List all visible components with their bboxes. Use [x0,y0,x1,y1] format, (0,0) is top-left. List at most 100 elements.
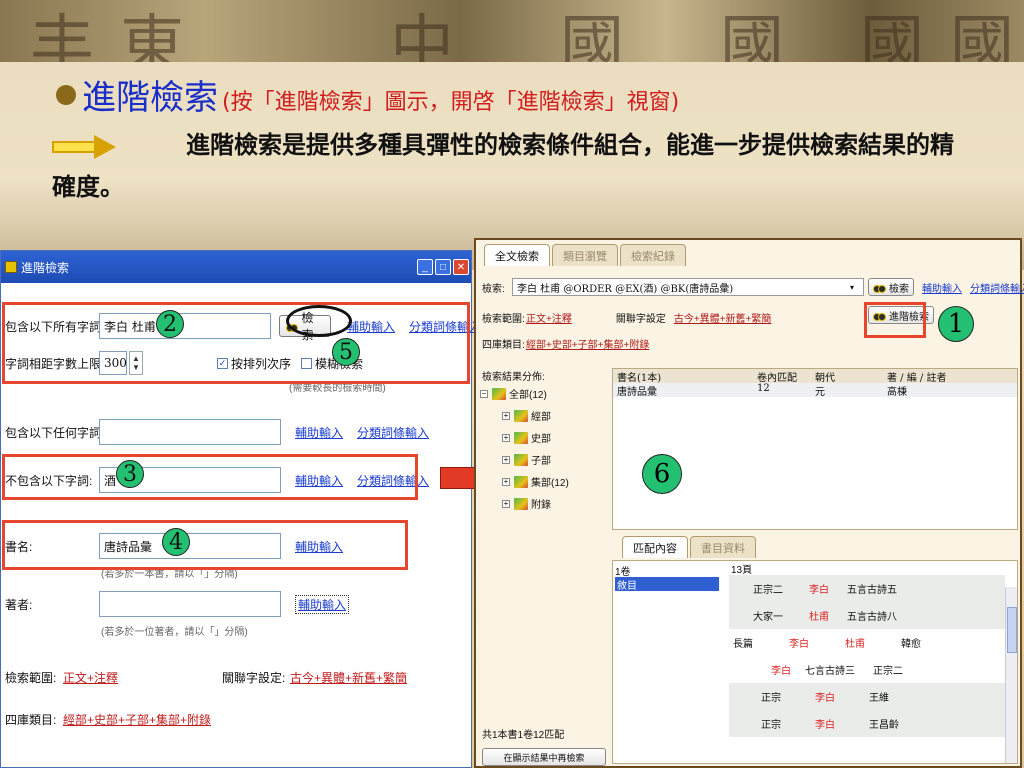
volume-item[interactable]: 敘目 [615,577,719,592]
search-within-results-button[interactable]: 在顯示結果中再檢索 [482,748,606,766]
scope-label: 檢索範圍: [482,314,525,325]
slide-heading-line: 進階檢索 (按「進階檢索」圖示，開啓「進階檢索」視窗) [56,70,679,119]
status-text: 共1本書1卷12匹配 [482,730,565,741]
banner-glyph-icon: 丰 [30,9,94,62]
banner-glyph-icon: 國 [860,9,924,62]
assist-input-link[interactable]: 輔助輸入 [295,424,343,441]
author-label: 著者: [5,597,33,612]
category-row: 四庫類目: 經部+史部+子部+集部+附錄 [482,336,649,351]
tab-fulltext[interactable]: 全文檢索 [484,244,550,266]
main-tabs: 全文檢索 類目瀏覽 檢索紀錄 [484,244,688,266]
verse-row[interactable]: 正宗 李白 王維 [729,683,1005,710]
callout-6: 6 [642,454,682,494]
book-icon [514,409,528,422]
verse-row[interactable]: 長篇 李白 杜甫 韓愈 [729,629,1005,656]
tree-item-label: 全部(12) [509,390,547,401]
chevron-down-icon[interactable]: ▾ [850,283,854,292]
tree-item-all[interactable]: − 全部(12) [480,386,547,401]
scope-link[interactable]: 正文+注釋 [63,669,118,686]
tree-item-jing[interactable]: + 經部 [502,408,551,423]
expand-icon[interactable]: + [502,477,510,486]
slide-description: 進階檢索是提供多種具彈性的檢索條件組合，能進一步提供檢索結果的精確度。 [52,130,954,201]
related-label: 關聯字設定: [222,671,286,685]
decorative-banner: 丰 東 中 國 國 國 國 [0,0,1024,62]
verse-row[interactable]: 大家一 杜甫 五言古詩八 [729,602,1005,629]
highlight-box-all-words [2,302,470,384]
column-header[interactable]: 著 / 編 / 註者 [883,369,1013,383]
slide-heading-note: (按「進階檢索」圖示，開啓「進階檢索」視窗) [222,90,680,115]
book-icon [514,497,528,510]
tab-match-content[interactable]: 匹配內容 [622,536,688,558]
search-button-label: 檢索 [889,283,910,295]
assist-input-link[interactable]: 輔助輸入 [295,594,350,614]
tree-item-label: 史部 [531,434,551,445]
category-label: 四庫類目: [482,340,525,351]
verse-text: 正宗 [761,693,781,704]
callout-5: 5 [332,338,360,366]
related-link[interactable]: 古今+異體+新舊+繁簡 [290,669,407,686]
verse-text: 五言古詩八 [847,612,897,623]
column-header[interactable]: 書名(1本) [613,369,753,383]
verse-highlight: 杜甫 [809,612,829,623]
volume-list: 1卷 敘目 [615,563,719,592]
slide-heading: 進階檢索 [82,78,218,118]
author-input[interactable] [99,591,281,617]
verse-highlight: 杜甫 [845,639,865,650]
tab-browse[interactable]: 類目瀏覽 [552,244,618,266]
cell-author: 高棅 [887,387,907,397]
any-words-input[interactable] [99,419,281,445]
tree-item-fulu[interactable]: + 附錄 [502,496,551,511]
match-content-panel: 1卷 敘目 13頁 正宗二 李白 五言古詩五 大家一 杜甫 五言古詩八 長篇 李… [612,560,1018,764]
expand-icon[interactable]: + [502,455,510,464]
close-icon[interactable]: ✕ [453,259,469,275]
verse-highlight: 李白 [809,585,829,596]
book-icon [514,431,528,444]
category-link[interactable]: 經部+史部+子部+集部+附錄 [63,711,211,728]
assist-input-link[interactable]: 輔助輸入 [922,280,962,295]
tree-item-label: 子部 [531,456,551,467]
any-words-row: 包含以下任何字詞: 輔助輸入 分類詞條輸入 [5,419,429,445]
expand-icon[interactable]: + [502,499,510,508]
verse-highlight: 李白 [771,666,791,677]
author-hint: (若多於一位著者，請以「」分隔) [101,627,248,638]
result-tree: − 全部(12) + 經部 + 史部 + 子部 + 集部(12) + 附錄 [480,386,608,726]
verse-row[interactable]: 正宗 李白 王昌齡 [729,710,1005,737]
table-row[interactable]: 唐詩品彙 12 元 高棅 [613,383,1017,397]
query-input[interactable]: 李白 杜甫 @ORDER @EX(酒) @BK(唐詩品彙) [512,278,864,296]
tree-item-shi[interactable]: + 史部 [502,430,551,445]
column-header[interactable]: 卷內匹配 [753,369,811,383]
scope-link[interactable]: 正文+注釋 [526,310,572,325]
category-row: 四庫類目: 經部+史部+子部+集部+附錄 [5,711,211,728]
highlight-box-advanced [864,302,926,338]
callout-1: 1 [938,306,974,342]
expand-icon[interactable]: + [502,433,510,442]
verse-row[interactable]: 李白 七言古詩三 正宗二 [729,656,1005,683]
scrollbar-thumb[interactable] [1007,607,1017,653]
search-button-highlight [286,305,352,337]
vertical-scrollbar[interactable] [1005,587,1017,763]
column-header[interactable]: 朝代 [811,369,883,383]
tab-book-info[interactable]: 書目資料 [690,536,756,558]
category-link[interactable]: 經部+史部+子部+集部+附錄 [526,336,649,351]
verse-highlight: 李白 [815,693,835,704]
verse-text: 大家一 [753,612,783,623]
expand-icon[interactable]: + [502,411,510,420]
tree-item-ji[interactable]: + 集部(12) [502,474,569,489]
verse-row[interactable]: 正宗二 李白 五言古詩五 [729,575,1005,602]
maximize-icon[interactable]: □ [435,259,451,275]
tab-history[interactable]: 檢索紀錄 [620,244,686,266]
collapse-icon[interactable]: − [480,389,488,398]
tree-item-zi[interactable]: + 子部 [502,452,551,467]
app-icon [5,261,17,273]
category-input-link[interactable]: 分類詞條輸入 [970,280,1024,295]
related-link[interactable]: 古今+異體+新舊+繁簡 [674,310,772,325]
verse-text: 韓愈 [901,639,921,650]
detail-tabs: 匹配內容 書目資料 [622,536,758,558]
dialog-titlebar[interactable]: 進階檢索 _ □ ✕ [1,251,471,283]
category-input-link[interactable]: 分類詞條輸入 [357,424,429,441]
minimize-icon[interactable]: _ [417,259,433,275]
search-button[interactable]: 檢索 [868,278,915,296]
search-label: 檢索: [482,283,505,295]
cell-matches: 12 [757,383,770,394]
page-label: 13頁 [731,565,753,576]
